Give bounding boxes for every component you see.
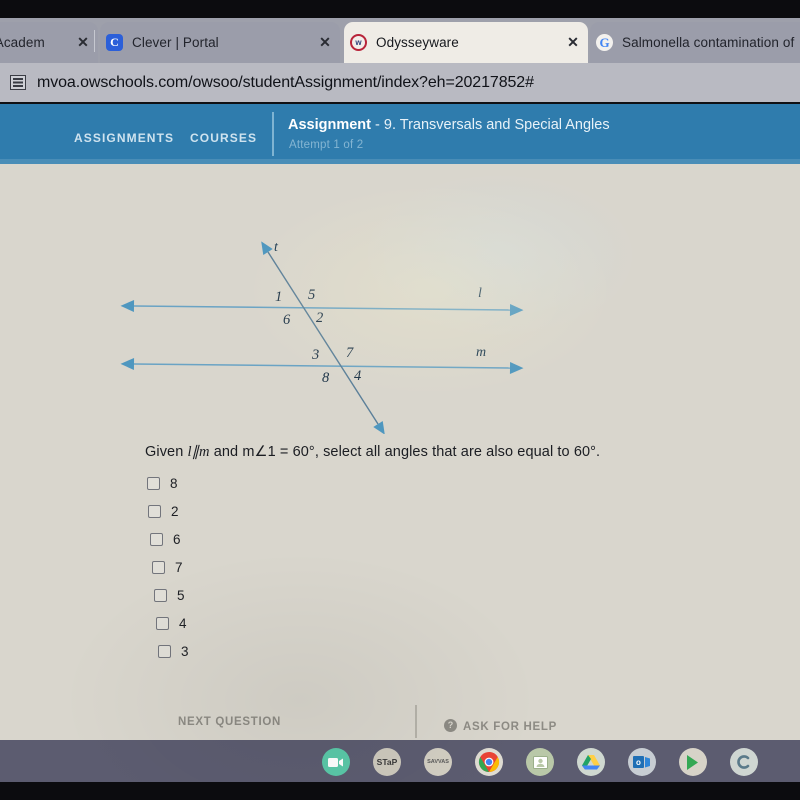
assignment-title: Assignment - 9. Transversals and Special… [288,117,610,133]
office-icon[interactable]: o [628,748,656,776]
transversal-figure: t l m 1 5 6 2 3 7 8 4 [120,234,530,435]
browser-tab-0-close-icon[interactable]: ✕ [74,34,92,51]
photo-bezel-top [0,0,800,18]
help-question-icon[interactable]: ? [444,719,457,732]
question-prefix: Given [145,444,188,460]
next-question-button[interactable]: NEXT QUESTION [178,716,281,728]
browser-tab-0-title: e Academ [0,35,45,50]
transversal-figure-svg [120,241,524,435]
answer-options-list: 8 2 6 7 5 4 3 [145,469,405,665]
line-m [120,358,524,374]
option-checkbox-7[interactable] [152,560,165,574]
option-row-3[interactable]: 3 [145,637,405,665]
os-taskbar: STaP SAVVAS o [0,740,800,782]
browser-tab-1[interactable]: C Clever | Portal ✕ [100,22,340,63]
option-label-3: 3 [181,643,189,659]
assignment-name: - 9. Transversals and Special Angles [375,117,610,133]
option-row-8[interactable]: 8 [145,469,405,497]
option-label-8: 8 [170,475,178,491]
angle-label-1: 1 [275,289,283,305]
savvas-icon[interactable]: SAVVAS [424,748,452,776]
url-text: mvoa.owschools.com/owsoo/studentAssignme… [37,73,534,91]
option-checkbox-4[interactable] [156,616,169,630]
line-m-label: m [476,345,487,360]
option-checkbox-8[interactable] [147,476,160,490]
google-drive-icon[interactable] [577,748,605,776]
assignment-label: Assignment [288,117,371,133]
question-text: Given l∥m and m∠1 = 60°, select all angl… [145,444,600,461]
ask-for-help-button[interactable]: ASK FOR HELP [463,721,557,733]
angle-label-5: 5 [308,287,316,303]
angle-label-4: 4 [354,368,362,384]
angle-label-7: 7 [346,345,354,361]
play-glyph [687,754,698,770]
camera-glyph [328,757,343,767]
svg-text:o: o [636,758,641,767]
clever-favicon-icon: C [106,34,123,51]
browser-tab-2-close-icon[interactable]: ✕ [564,34,582,51]
option-row-2[interactable]: 2 [145,497,405,525]
footer-divider [415,705,417,738]
nav-assignments[interactable]: ASSIGNMENTS [74,131,174,145]
browser-tab-3-title: Salmonella contamination of [622,35,795,50]
option-label-5: 5 [177,587,185,603]
browser-tab-2[interactable]: w Odysseyware ✕ [344,22,588,63]
screen-photo: e Academ ✕ C Clever | Portal ✕ w Odyssey… [0,0,800,800]
page-document-icon [10,75,26,90]
browser-tab-1-title: Clever | Portal [132,35,219,50]
option-checkbox-2[interactable] [148,504,161,518]
attempt-text: Attempt 1 of 2 [289,139,364,151]
url-bar[interactable]: mvoa.owschools.com/owsoo/studentAssignme… [0,63,800,102]
camera-icon[interactable] [322,748,350,776]
odysseyware-favicon-icon: w [350,34,367,51]
line-t [261,241,385,435]
header-divider [272,112,274,156]
play-store-icon[interactable] [679,748,707,776]
option-label-6: 6 [173,531,181,547]
drive-glyph [582,755,600,770]
clever-taskbar-icon[interactable] [730,748,758,776]
google-favicon-icon: G [596,34,613,51]
option-checkbox-5[interactable] [154,588,167,602]
browser-tab-0[interactable]: e Academ ✕ [0,22,98,63]
footer-actions: NEXT QUESTION ? ASK FOR HELP [0,705,800,740]
option-row-5[interactable]: 5 [145,581,405,609]
angle-label-3: 3 [312,347,320,363]
angle-label-6: 6 [283,312,291,328]
browser-tab-3[interactable]: G Salmonella contamination of [590,22,800,63]
assignment-content: t l m 1 5 6 2 3 7 8 4 Given l∥m and m∠1 … [0,164,800,740]
classroom-glyph [532,755,548,769]
option-row-6[interactable]: 6 [145,525,405,553]
option-checkbox-6[interactable] [150,532,163,546]
option-label-7: 7 [175,559,183,575]
angle-label-2: 2 [316,310,324,326]
nav-courses[interactable]: COURSES [190,131,257,145]
option-label-4: 4 [179,615,187,631]
line-t-label: t [274,240,278,255]
option-row-4[interactable]: 4 [145,609,405,637]
line-l-label: l [478,286,482,301]
chrome-icon[interactable] [475,748,503,776]
browser-tab-strip: e Academ ✕ C Clever | Portal ✕ w Odyssey… [0,18,800,63]
office-glyph: o [633,756,650,768]
tab-separator-0 [94,30,95,52]
clever-glyph [737,755,750,769]
browser-chrome: e Academ ✕ C Clever | Portal ✕ w Odyssey… [0,18,800,102]
question-middle: and m∠1 = 60°, select all angles that ar… [209,444,601,460]
option-checkbox-3[interactable] [158,644,171,658]
photo-bezel-bottom [0,782,800,800]
stop-bullying-icon[interactable]: STaP [373,748,401,776]
browser-tab-1-close-icon[interactable]: ✕ [316,34,334,51]
browser-tab-2-title: Odysseyware [376,35,459,50]
classroom-icon[interactable] [526,748,554,776]
option-row-7[interactable]: 7 [145,553,405,581]
question-given-lines: l∥m [187,444,210,460]
app-header: ASSIGNMENTS COURSES i [0,104,800,164]
option-label-2: 2 [171,503,179,519]
chrome-glyph [478,751,500,773]
angle-label-8: 8 [322,370,330,386]
